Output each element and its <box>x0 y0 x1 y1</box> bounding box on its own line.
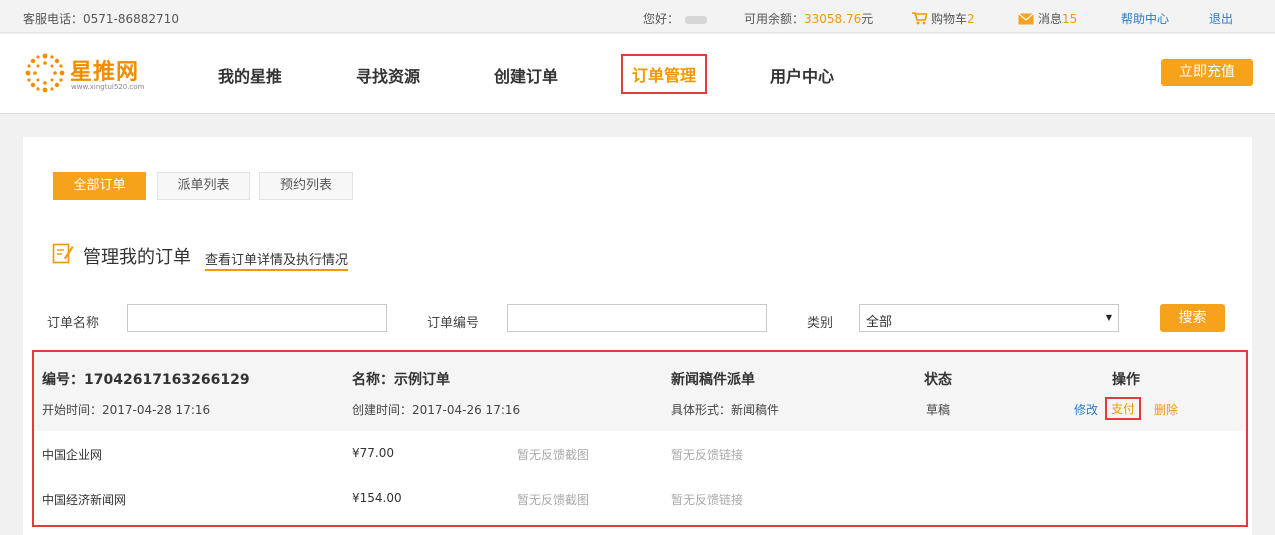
category-select[interactable]: 全部 ▼ <box>859 304 1119 332</box>
order-number-label: 订单编号 <box>427 316 480 331</box>
tab-dispatch-list[interactable]: 派单列表 <box>157 172 250 200</box>
site-logo[interactable]: 星推网 www.xingtui520.com <box>24 52 154 96</box>
greeting: 您好： <box>643 10 708 27</box>
order-number: 编号：17042617163266129 <box>42 372 250 388</box>
status-header: 状态 <box>924 372 952 388</box>
delete-button[interactable]: 删除 <box>1154 401 1178 418</box>
message-count: 15 <box>1062 12 1078 26</box>
cart-icon <box>912 12 927 25</box>
order-card: 全部订单 派单列表 预约列表 管理我的订单 查看订单详情及执行情况 订单名称 订… <box>23 137 1252 535</box>
main-header: 星推网 www.xingtui520.com 我的星推 寻找资源 创建订单 订单… <box>0 34 1275 114</box>
nav-find-resources[interactable]: 寻找资源 <box>356 63 420 87</box>
row1-link: 暂无反馈链接 <box>671 448 744 462</box>
edit-button[interactable]: 修改 <box>1074 401 1098 418</box>
order-name-label: 订单名称 <box>47 316 100 331</box>
nav-user-center[interactable]: 用户中心 <box>770 63 834 87</box>
order-header: 编号：17042617163266129 名称：示例订单 新闻稿件派单 状态 操… <box>34 352 1246 431</box>
tab-all-orders[interactable]: 全部订单 <box>53 172 146 200</box>
help-center-link[interactable]: 帮助中心 <box>1121 10 1169 27</box>
operations-header: 操作 <box>1112 372 1140 388</box>
dropdown-arrow-icon: ▼ <box>1105 313 1112 322</box>
top-utility-bar: 客服电话：0571-86882710 您好： 可用余额：33058.76元 购物… <box>0 0 1275 33</box>
balance-amount: 33058.76 <box>804 12 862 26</box>
row1-site: 中国企业网 <box>42 448 103 462</box>
hotline-text: 客服电话：0571-86882710 <box>23 12 179 26</box>
row1-screenshot: 暂无反馈截图 <box>517 448 590 462</box>
cart-link[interactable]: 购物车2 <box>912 10 975 27</box>
order-type: 新闻稿件派单 <box>671 372 755 388</box>
pay-button[interactable]: 支付 <box>1105 397 1142 420</box>
row2-link: 暂无反馈链接 <box>671 493 744 507</box>
logout-link[interactable]: 退出 <box>1209 10 1233 27</box>
recharge-button[interactable]: 立即充值 <box>1161 59 1253 86</box>
logo-url: www.xingtui520.com <box>71 83 145 91</box>
logo-burst-icon <box>25 53 65 93</box>
category-label: 类别 <box>807 316 834 331</box>
cart-count: 2 <box>967 12 975 26</box>
nav-my-xingtui[interactable]: 我的星推 <box>218 63 282 87</box>
nav-create-order[interactable]: 创建订单 <box>494 63 558 87</box>
section-subtitle-link[interactable]: 查看订单详情及执行情况 <box>205 249 349 271</box>
order-name: 名称：示例订单 <box>352 372 450 388</box>
balance: 可用余额：33058.76元 <box>744 12 874 26</box>
order-form: 具体形式：新闻稿件 <box>671 403 780 417</box>
order-number-input[interactable] <box>507 304 767 332</box>
logo-text: 星推网 <box>70 60 140 85</box>
tab-reservation-list[interactable]: 预约列表 <box>259 172 353 200</box>
section-title: 管理我的订单 <box>83 247 191 268</box>
row2-price: ¥154.00 <box>352 491 402 505</box>
search-button[interactable]: 搜索 <box>1160 304 1225 332</box>
mail-icon <box>1018 13 1034 25</box>
row2-screenshot: 暂无反馈截图 <box>517 493 590 507</box>
messages-link[interactable]: 消息15 <box>1018 10 1077 27</box>
username-blurred <box>685 15 708 24</box>
status-badge: 草稿 <box>926 403 951 417</box>
create-time: 创建时间：2017-04-26 17:16 <box>352 403 521 417</box>
category-selected-value: 全部 <box>866 315 893 330</box>
order-name-input[interactable] <box>127 304 387 332</box>
start-time: 开始时间：2017-04-28 17:16 <box>42 403 211 417</box>
order-item: 编号：17042617163266129 名称：示例订单 新闻稿件派单 状态 操… <box>32 350 1248 527</box>
row1-price: ¥77.00 <box>352 446 394 460</box>
edit-note-icon <box>52 243 74 264</box>
row2-site: 中国经济新闻网 <box>42 493 127 507</box>
nav-order-management[interactable]: 订单管理 <box>621 54 708 94</box>
